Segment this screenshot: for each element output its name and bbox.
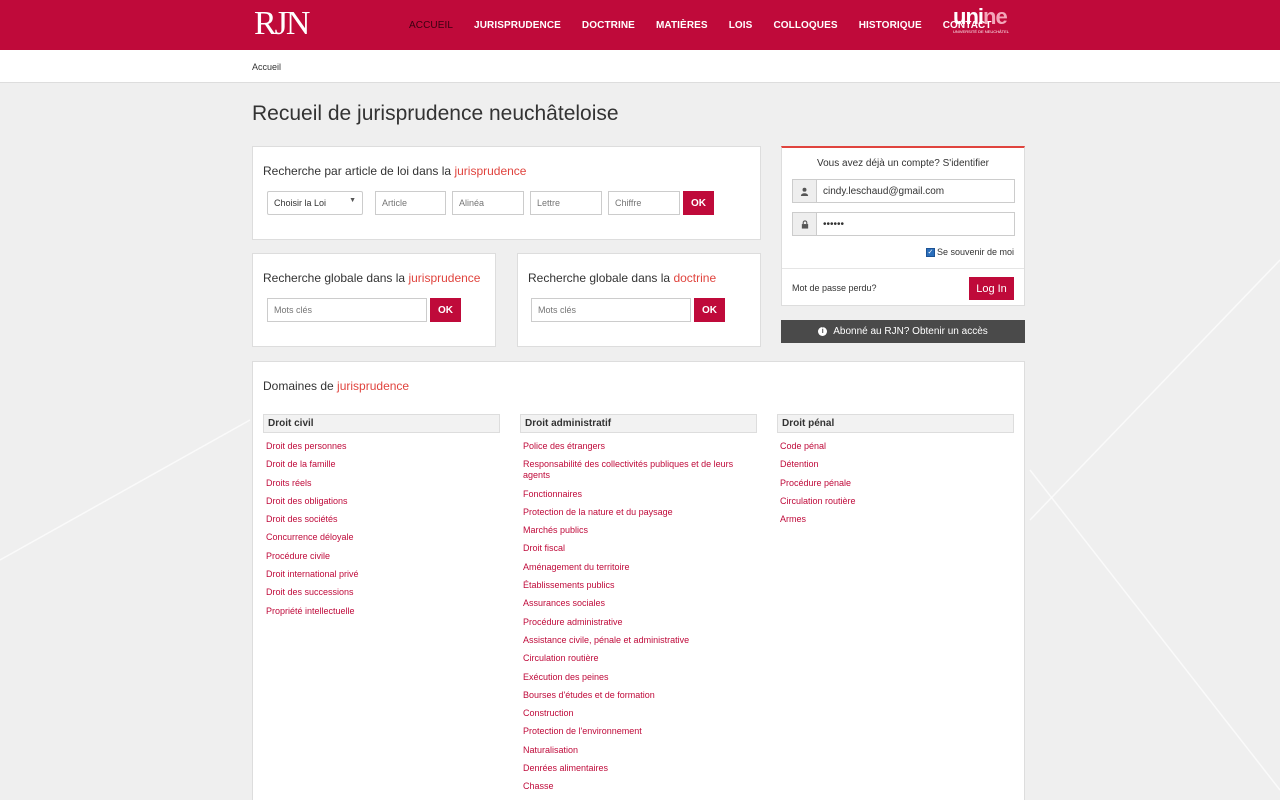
domain-link[interactable]: Procédure administrative	[523, 617, 748, 628]
domain-link[interactable]: Marchés publics	[523, 525, 748, 536]
domain-link[interactable]: Protection de l'environnement	[523, 726, 748, 737]
domain-link[interactable]: Assistance civile, pénale et administrat…	[523, 635, 748, 646]
login-button[interactable]: Log In	[969, 277, 1014, 300]
domain-link[interactable]: Aménagement du territoire	[523, 562, 748, 573]
global-doctrine-search-title: Recherche globale dans la doctrine	[528, 271, 717, 285]
domain-link[interactable]: Propriété intellectuelle	[266, 606, 491, 617]
domain-link[interactable]: Bourses d'études et de formation	[523, 690, 748, 701]
password-input[interactable]	[823, 213, 1008, 235]
doctrine-search-ok-button[interactable]: OK	[694, 298, 725, 322]
breadcrumb[interactable]: Accueil	[252, 62, 281, 72]
juris-search-ok-button[interactable]: OK	[430, 298, 461, 322]
login-heading: Vous avez déjà un compte? S'identifier	[816, 158, 990, 169]
domain-column-heading: Droit administratif	[520, 414, 757, 433]
domain-link[interactable]: Responsabilité des collectivités publiqu…	[523, 459, 748, 481]
domain-link[interactable]: Exécution des peines	[523, 672, 748, 683]
domain-list-droit-civil: Droit des personnes Droit de la famille Dr…	[266, 441, 491, 624]
main-nav: ACCUEIL JURISPRUDENCE DOCTRINE MATIÈRES LOIS…	[409, 0, 1013, 50]
article-search-panel: Recherche par article de loi dans la jur…	[252, 146, 761, 240]
domain-column-heading: Droit pénal	[777, 414, 1014, 433]
domain-list-droit-administratif: Police des étrangers Responsabilité des c…	[523, 441, 748, 800]
domain-link[interactable]: Droit des obligations	[266, 496, 491, 507]
chiffre-input[interactable]	[608, 191, 680, 215]
login-divider	[782, 268, 1024, 269]
lost-password-link[interactable]: Mot de passe perdu?	[792, 283, 877, 293]
global-doctrine-search-panel: Recherche globale dans la doctrine OK	[517, 253, 761, 347]
nav-item-accueil[interactable]: ACCUEIL	[409, 20, 453, 31]
domain-link[interactable]: Chasse	[523, 781, 748, 792]
domain-link[interactable]: Droit international privé	[266, 569, 491, 580]
lock-icon	[793, 213, 817, 235]
domain-link[interactable]: Droit des sociétés	[266, 514, 491, 525]
unine-logo-subtext: Université de Neuchâtel	[953, 29, 1010, 34]
domain-link[interactable]: Procédure civile	[266, 551, 491, 562]
domain-link[interactable]: Protection de la nature et du paysage	[523, 507, 748, 518]
unine-logo[interactable]: unine Université de Neuchâtel	[953, 4, 1010, 35]
domain-link[interactable]: Code pénal	[780, 441, 1005, 452]
domains-title: Domaines de jurisprudence	[263, 379, 410, 393]
subscribe-access-label: Abonné au RJN? Obtenir un accès	[833, 326, 988, 337]
remember-checkbox[interactable]: ✓	[925, 247, 935, 257]
lettre-input[interactable]	[530, 191, 602, 215]
select-caret-icon: ▼	[349, 197, 356, 204]
domain-link[interactable]: Fonctionnaires	[523, 489, 748, 500]
domain-link[interactable]: Établissements publics	[523, 580, 748, 591]
user-icon	[793, 180, 817, 202]
domain-link[interactable]: Denrées alimentaires	[523, 763, 748, 774]
domain-link[interactable]: Naturalisation	[523, 745, 748, 756]
domains-panel: Domaines de jurisprudence Droit civil Dr…	[252, 361, 1025, 800]
doctrine-keywords-input[interactable]	[531, 298, 691, 322]
nav-item-lois[interactable]: LOIS	[729, 20, 753, 31]
password-field[interactable]	[792, 212, 1015, 236]
breadcrumb-bar: Accueil	[0, 50, 1280, 83]
article-search-ok-button[interactable]: OK	[683, 191, 714, 215]
subscribe-access-button[interactable]: i Abonné au RJN? Obtenir un accès	[781, 320, 1025, 343]
domain-link[interactable]: Circulation routière	[523, 653, 748, 664]
law-select[interactable]: Choisir la Loi ▼	[267, 191, 363, 215]
nav-item-historique[interactable]: HISTORIQUE	[859, 20, 922, 31]
email-field[interactable]	[792, 179, 1015, 203]
top-navbar: RJN ACCUEIL JURISPRUDENCE DOCTRINE MATIÈRES…	[0, 0, 1280, 50]
domain-link[interactable]: Circulation routière	[780, 496, 1005, 507]
domain-link[interactable]: Procédure pénale	[780, 478, 1005, 489]
remember-label: Se souvenir de moi	[936, 247, 1014, 257]
info-icon: i	[818, 327, 828, 336]
juris-keywords-input[interactable]	[267, 298, 427, 322]
domain-link[interactable]: Détention	[780, 459, 1005, 470]
nav-item-doctrine[interactable]: DOCTRINE	[582, 20, 635, 31]
global-juris-search-panel: Recherche globale dans la jurisprudence …	[252, 253, 496, 347]
remember-me[interactable]: ✓ Se souvenir de moi	[925, 247, 1014, 257]
login-panel: Vous avez déjà un compte? S'identifier ✓…	[781, 146, 1025, 306]
nav-item-jurisprudence[interactable]: JURISPRUDENCE	[474, 20, 561, 31]
domain-link[interactable]: Droit fiscal	[523, 543, 748, 554]
domain-link[interactable]: Droit des personnes	[266, 441, 491, 452]
domain-link[interactable]: Construction	[523, 708, 748, 719]
domain-link[interactable]: Droit des successions	[266, 587, 491, 598]
email-input[interactable]	[823, 180, 1008, 202]
alinea-input[interactable]	[452, 191, 524, 215]
rjn-logo[interactable]: RJN	[254, 4, 310, 44]
unine-logo-wordmark: unine	[953, 4, 1008, 29]
domain-link[interactable]: Assurances sociales	[523, 598, 748, 609]
page-title: Recueil de jurisprudence neuchâteloise	[252, 102, 619, 125]
nav-item-colloques[interactable]: COLLOQUES	[773, 20, 837, 31]
article-search-title: Recherche par article de loi dans la jur…	[263, 164, 527, 178]
domain-link[interactable]: Droit de la famille	[266, 459, 491, 470]
domain-link[interactable]: Droits réels	[266, 478, 491, 489]
domain-link[interactable]: Police des étrangers	[523, 441, 748, 452]
article-input[interactable]	[375, 191, 446, 215]
domain-column-heading: Droit civil	[263, 414, 500, 433]
nav-item-matieres[interactable]: MATIÈRES	[656, 20, 708, 31]
domain-link[interactable]: Armes	[780, 514, 1005, 525]
domain-link[interactable]: Concurrence déloyale	[266, 532, 491, 543]
domain-list-droit-penal: Code pénal Détention Procédure pénale Circu…	[780, 441, 1005, 532]
global-juris-search-title: Recherche globale dans la jurisprudence	[263, 271, 481, 285]
